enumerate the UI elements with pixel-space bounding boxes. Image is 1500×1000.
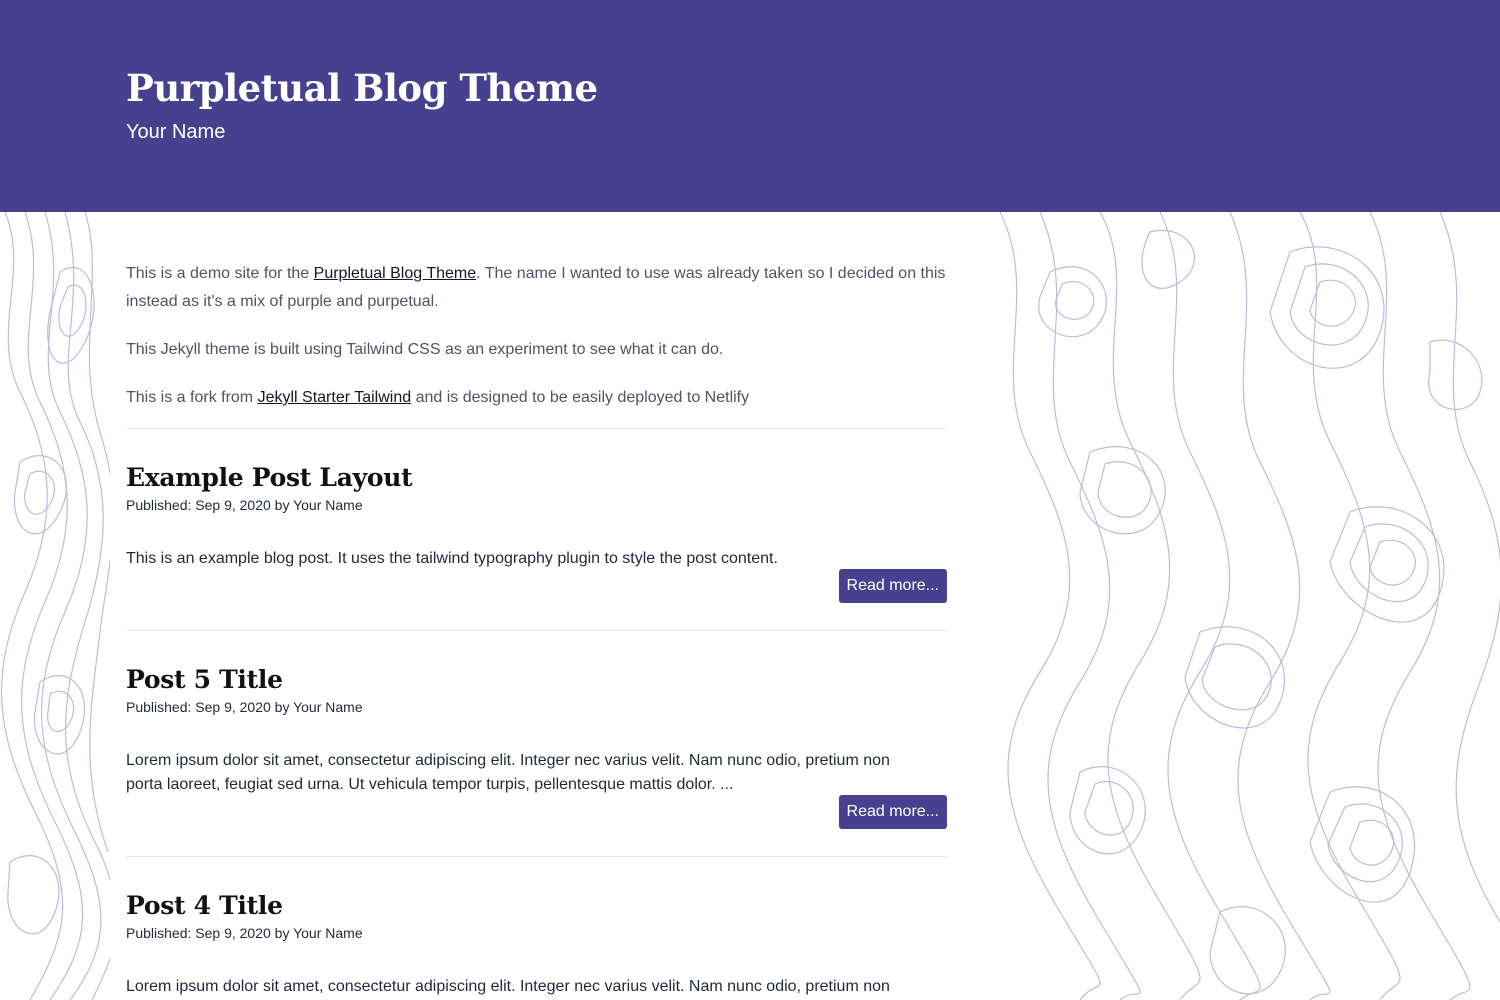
post-title[interactable]: Post 4 Title (126, 889, 283, 923)
intro-text: and is designed to be easily deployed to… (411, 389, 750, 406)
post-meta: Published: Sep 9, 2020 by Your Name (126, 925, 363, 941)
intro-section: This is a demo site for the Purpletual B… (126, 260, 947, 432)
divider (126, 630, 947, 631)
post-title[interactable]: Example Post Layout (126, 461, 413, 495)
post-excerpt: Lorem ipsum dolor sit amet, consectetur … (126, 752, 890, 793)
divider (126, 856, 947, 857)
main-content: This is a demo site for the Purpletual B… (110, 212, 980, 1000)
post-meta: Published: Sep 9, 2020 by Your Name (126, 497, 363, 513)
intro-text: This is a fork from (126, 389, 258, 406)
intro-text: This is a demo site for the (126, 265, 314, 282)
post-excerpt: This is an example blog post. It uses th… (126, 550, 778, 567)
post-title[interactable]: Post 5 Title (126, 663, 283, 697)
intro-paragraph-2: This Jekyll theme is built using Tailwin… (126, 341, 724, 358)
site-author: Your Name (126, 121, 226, 143)
read-more-button[interactable]: Read more... (838, 795, 947, 829)
read-more-button[interactable]: Read more... (838, 569, 947, 603)
intro-paragraph-1: This is a demo site for the Purpletual B… (126, 260, 947, 316)
purpletual-theme-link[interactable]: Purpletual Blog Theme (314, 265, 476, 282)
intro-paragraph-3: This is a fork from Jekyll Starter Tailw… (126, 384, 947, 412)
site-title[interactable]: Purpletual Blog Theme (126, 66, 598, 110)
jekyll-starter-tailwind-link[interactable]: Jekyll Starter Tailwind (258, 389, 412, 406)
post-meta: Published: Sep 9, 2020 by Your Name (126, 699, 363, 715)
post-excerpt: Lorem ipsum dolor sit amet, consectetur … (126, 978, 890, 995)
divider (126, 428, 947, 429)
site-header: Purpletual Blog Theme Your Name (0, 0, 1500, 212)
